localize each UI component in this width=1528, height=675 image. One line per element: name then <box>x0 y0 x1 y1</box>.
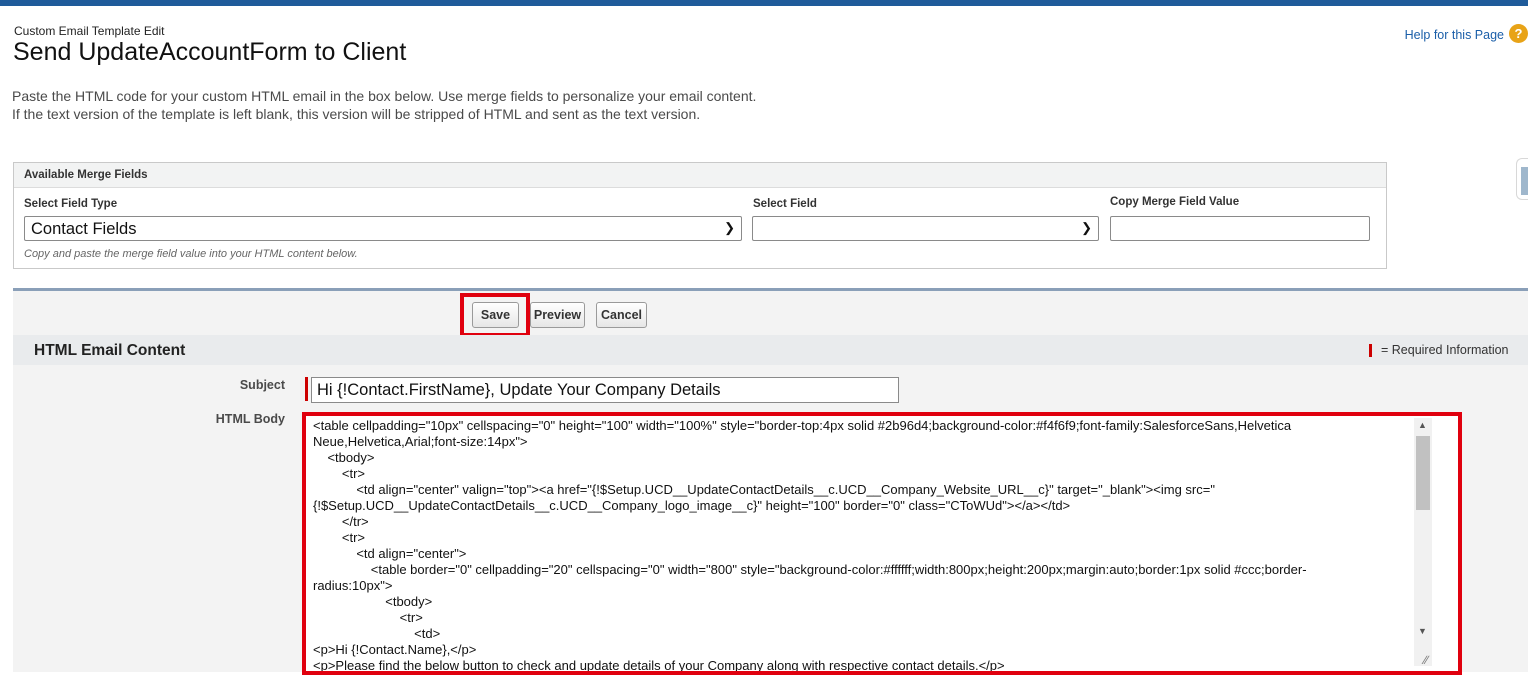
code-line: <td> <box>313 626 441 641</box>
textarea-scrollbar[interactable]: ▲ ▼ <box>1414 418 1432 666</box>
merge-fields-note: Copy and paste the merge field value int… <box>24 248 358 260</box>
merge-fields-panel: Available Merge Fields Select Field Type… <box>13 162 1387 269</box>
code-line: {!$Setup.UCD__UpdateContactDetails__c.UC… <box>313 498 1071 513</box>
code-line: <tr> <box>313 610 423 625</box>
help-icon[interactable]: ? <box>1509 24 1528 43</box>
select-field-label: Select Field <box>753 198 817 210</box>
intro-line: Paste the HTML code for your custom HTML… <box>12 88 757 104</box>
field-type-value: Contact Fields <box>31 220 137 238</box>
field-type-select[interactable]: Contact Fields ❯ <box>24 216 742 241</box>
code-line: <td align="center" valign="top"><a href=… <box>313 482 1215 497</box>
code-line: <tr> <box>313 466 366 481</box>
code-line: <p>Hi {!Contact.Name},</p> <box>313 642 477 657</box>
chevron-down-icon: ❯ <box>724 220 735 235</box>
html-body-textarea[interactable]: <table cellpadding="10px" cellspacing="0… <box>302 412 1462 675</box>
top-banner <box>0 0 1528 6</box>
intro-line: If the text version of the template is l… <box>12 106 701 122</box>
html-body-content: <table cellpadding="10px" cellspacing="0… <box>313 418 1411 671</box>
page-title: Send UpdateAccountForm to Client <box>13 38 407 66</box>
chevron-down-icon: ❯ <box>1081 220 1092 235</box>
copy-merge-field-input[interactable] <box>1110 216 1370 241</box>
scroll-up-icon[interactable]: ▲ <box>1418 420 1427 430</box>
code-line: <tbody> <box>313 450 375 465</box>
required-indicator <box>1369 344 1372 357</box>
code-line: radius:10px"> <box>313 578 393 593</box>
field-type-label: Select Field Type <box>24 198 118 210</box>
section-header: HTML Email Content = Required Informatio… <box>13 335 1528 365</box>
code-line: Neue,Helvetica,Arial;font-size:14px"> <box>313 434 528 449</box>
scroll-thumb[interactable] <box>1416 436 1430 510</box>
subject-input[interactable]: Hi {!Contact.FirstName}, Update Your Com… <box>311 377 899 403</box>
copy-merge-label: Copy Merge Field Value <box>1110 196 1240 208</box>
edit-panel: Save Preview Cancel HTML Email Content =… <box>13 288 1528 675</box>
section-title: HTML Email Content <box>34 342 186 359</box>
select-field-select[interactable]: ❯ <box>752 216 1099 241</box>
subject-label: Subject <box>239 378 285 392</box>
code-line: <table border="0" cellpadding="20" cells… <box>313 562 1307 577</box>
save-button[interactable]: Save <box>472 302 519 328</box>
code-line: <table cellpadding="10px" cellspacing="0… <box>313 418 1292 433</box>
code-line: <tbody> <box>313 594 433 609</box>
preview-button[interactable]: Preview <box>530 302 585 328</box>
scroll-down-icon[interactable]: ▼ <box>1418 626 1427 636</box>
cancel-button[interactable]: Cancel <box>596 302 647 328</box>
resize-grip-icon[interactable]: ∕∕ <box>1424 653 1428 667</box>
code-line: <tr> <box>313 530 366 545</box>
help-link[interactable]: Help for this Page <box>1405 28 1504 42</box>
subject-required-indicator <box>305 377 308 401</box>
page-type-label: Custom Email Template Edit <box>14 24 165 38</box>
code-line: <td align="center"> <box>313 546 467 561</box>
side-panel-tab[interactable] <box>1516 158 1528 200</box>
intro-text: Paste the HTML code for your custom HTML… <box>12 87 756 123</box>
required-legend: = Required Information <box>1381 343 1509 357</box>
html-body-label: HTML Body <box>215 412 285 426</box>
code-line: </tr> <box>313 514 369 529</box>
merge-fields-header: Available Merge Fields <box>14 163 1386 188</box>
